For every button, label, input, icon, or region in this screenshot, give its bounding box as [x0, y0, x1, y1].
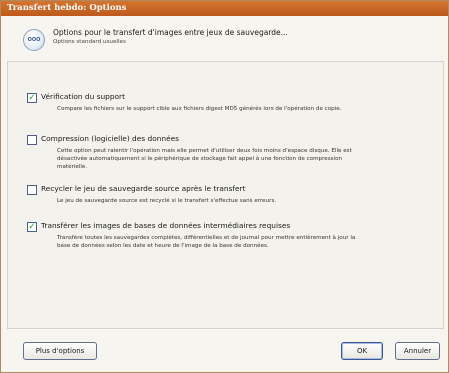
transfer-db-images-description: Transfère toutes les sauvegardes complèt… — [57, 235, 356, 249]
header-title: Options pour le transfert d'images entre… — [53, 28, 288, 37]
options-panel — [7, 61, 444, 329]
transfer-db-images-checkbox[interactable]: ✓ — [27, 222, 37, 232]
compression-label[interactable]: Compression (logicielle) des données — [41, 134, 179, 143]
recycle-source-description: Le jeu de sauvegarde source est recyclé … — [57, 198, 277, 204]
ok-button[interactable]: OK — [341, 342, 383, 360]
recycle-source-checkbox[interactable] — [27, 185, 37, 195]
compression-checkbox[interactable] — [27, 135, 37, 145]
transfer-db-images-label[interactable]: Transférer les images de bases de donnée… — [41, 221, 290, 230]
media-verification-checkbox[interactable]: ✓ — [27, 93, 37, 103]
cancel-button[interactable]: Annuler — [395, 342, 440, 360]
media-verification-label[interactable]: Vérification du support — [41, 92, 125, 101]
compression-description: Cette option peut ralentir l'opération m… — [57, 148, 352, 170]
options-globe-icon: OOO — [23, 29, 45, 51]
media-verification-description: Compare les fichiers sur le support cibl… — [57, 106, 342, 112]
more-options-button[interactable]: Plus d'options — [23, 342, 97, 360]
title-bar: Transfert hebdo: Options — [1, 1, 448, 16]
recycle-source-label[interactable]: Recycler le jeu de sauvegarde source apr… — [41, 184, 245, 193]
options-dialog: Transfert hebdo: Options OOO Options pou… — [0, 0, 449, 373]
header-subtitle: Options standard usuelles — [53, 39, 126, 45]
